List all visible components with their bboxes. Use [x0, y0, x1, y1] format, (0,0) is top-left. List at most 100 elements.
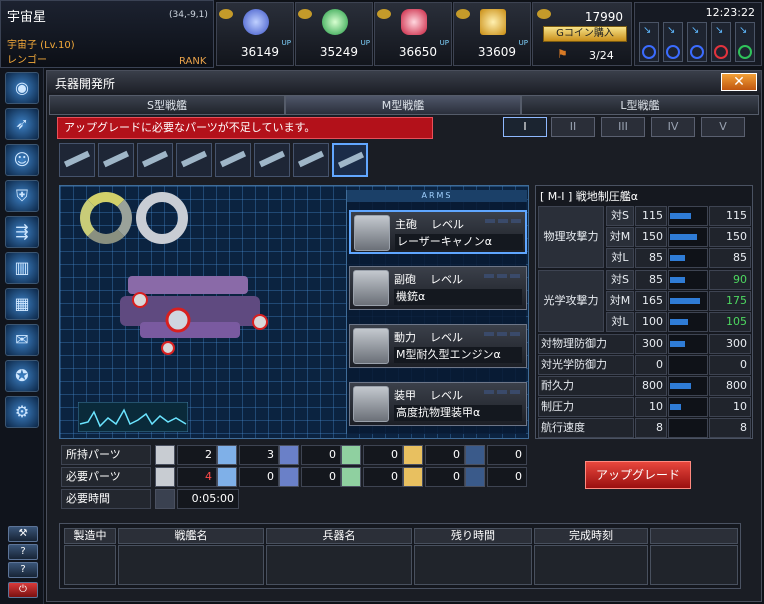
stat-next: 85: [709, 248, 751, 268]
planet-icon: ◉: [15, 78, 29, 97]
stat-next: 90: [709, 270, 751, 290]
power-button[interactable]: ⏻: [8, 582, 38, 598]
ship-icon: [141, 150, 169, 168]
green-orb-icon: [322, 9, 348, 35]
ring-icon: [714, 45, 728, 59]
tier-5-button[interactable]: V: [701, 117, 745, 137]
gold-bars-icon: [480, 9, 506, 35]
resource-value: 36149: [240, 45, 279, 59]
sidebar-planet-button[interactable]: ◉: [5, 72, 39, 104]
arrow-icon: ↘: [739, 25, 748, 36]
stat-label: 制圧力: [538, 397, 634, 417]
part-icon: [403, 467, 423, 487]
sidebar-shield-button[interactable]: ⛨: [5, 180, 39, 212]
arm-armor[interactable]: 装甲 レベル 高度抗物理装甲α: [349, 382, 527, 426]
stat-sub-label: 対L: [606, 312, 634, 332]
resource-2[interactable]: UP 35249: [295, 2, 373, 66]
ring-icon: [642, 45, 656, 59]
up-badge[interactable]: UP: [519, 39, 528, 47]
help-button-2[interactable]: ?: [8, 562, 38, 578]
sidebar-chart-button[interactable]: ▥: [5, 252, 39, 284]
col-ship-name: 戦艦名: [118, 528, 264, 544]
ship-icon: [63, 150, 91, 168]
table-cell: [266, 545, 412, 585]
col-weapon-name: 兵器名: [266, 528, 412, 544]
arm-value: 機銃α: [394, 289, 522, 305]
ship-select-3[interactable]: [137, 143, 173, 177]
rank-link[interactable]: RANK: [179, 56, 206, 67]
ship-select-6[interactable]: [254, 143, 290, 177]
tier-3-button[interactable]: III: [601, 117, 645, 137]
stat-current: 800: [635, 376, 667, 396]
resource-1[interactable]: UP 36149: [216, 2, 294, 66]
part-icon: [155, 445, 175, 465]
arrow-icon: ↘: [667, 25, 676, 36]
tier-4-button[interactable]: IV: [651, 117, 695, 137]
sidebar-panel-button[interactable]: ▦: [5, 288, 39, 320]
ship-icon: [219, 150, 247, 168]
sidebar-ship-button[interactable]: ➶: [5, 108, 39, 140]
arm-main-cannon[interactable]: 主砲 レベル レーザーキャノンα: [349, 210, 527, 254]
up-badge[interactable]: UP: [282, 39, 291, 47]
gcoin-panel: 17990 Gコイン購入 ⚑ 3/24: [532, 2, 632, 66]
ship-select-5[interactable]: [215, 143, 251, 177]
stat-next: 8: [709, 418, 751, 438]
table-cell: [118, 545, 264, 585]
fleet-slot-1[interactable]: ↘: [639, 22, 659, 62]
weapon-marker: [132, 292, 148, 308]
stat-sub-label: 対M: [606, 227, 634, 247]
stat-next: 10: [709, 397, 751, 417]
ring-icon: [738, 45, 752, 59]
owned-part-count: 0: [425, 445, 465, 465]
part-icon: [217, 445, 237, 465]
owned-part-count: 3: [239, 445, 279, 465]
owned-part-count: 2: [177, 445, 217, 465]
stat-current: 8: [635, 418, 667, 438]
up-badge[interactable]: UP: [440, 39, 449, 47]
ship-select-7[interactable]: [293, 143, 329, 177]
arm-engine[interactable]: 動力 レベル M型耐久型エンジンα: [349, 324, 527, 368]
upgrade-button[interactable]: アップグレード: [585, 461, 691, 489]
wrench-icon: ⚒: [18, 528, 28, 539]
ship-select-1[interactable]: [59, 143, 95, 177]
tab-s-type[interactable]: S型戦艦: [49, 95, 285, 115]
sidebar-gear-button[interactable]: ⚙: [5, 396, 39, 428]
ship-select-8[interactable]: [332, 143, 368, 177]
sidebar-fleet-button[interactable]: ⇶: [5, 216, 39, 248]
weapon-marker-main: [165, 307, 191, 333]
stat-bar-fill: [670, 213, 691, 219]
stat-next: 300: [709, 334, 751, 354]
ship-hull-bottom: [140, 322, 240, 338]
panel-title: 兵器開発所: [55, 77, 116, 91]
part-icon: [217, 467, 237, 487]
fleet-slot-5[interactable]: ↘: [735, 22, 755, 62]
resource-3[interactable]: UP 36650: [374, 2, 452, 66]
tier-2-button[interactable]: II: [551, 117, 595, 137]
resource-4[interactable]: UP 33609: [453, 2, 531, 66]
arm-slot-name: 主砲: [395, 218, 417, 231]
up-badge[interactable]: UP: [361, 39, 370, 47]
buy-gcoin-button[interactable]: Gコイン購入: [543, 26, 627, 42]
ship-select-2[interactable]: [98, 143, 134, 177]
owned-parts-label: 所持パーツ: [61, 445, 151, 465]
tab-l-type[interactable]: L型戦艦: [521, 95, 759, 115]
stat-bar-fill: [670, 277, 685, 283]
gauge-ring-1: [80, 192, 132, 244]
clock-icon: [155, 489, 175, 509]
sidebar-avatar-button[interactable]: ☺: [5, 144, 39, 176]
settings-button[interactable]: ⚒: [8, 526, 38, 542]
tier-1-button[interactable]: I: [503, 117, 547, 137]
arm-sub-cannon[interactable]: 副砲 レベル 機銃α: [349, 266, 527, 310]
close-button[interactable]: ✕: [721, 73, 757, 91]
sidebar-medal-button[interactable]: ✪: [5, 360, 39, 392]
armor-icon: [353, 386, 389, 422]
part-icon: [465, 467, 485, 487]
fleet-slot-4[interactable]: ↘: [711, 22, 731, 62]
fleet-slot-2[interactable]: ↘: [663, 22, 683, 62]
chart-icon: ▥: [14, 258, 30, 277]
fleet-slot-3[interactable]: ↘: [687, 22, 707, 62]
help-button-1[interactable]: ?: [8, 544, 38, 560]
sidebar-mail-button[interactable]: ✉: [5, 324, 39, 356]
tab-m-type[interactable]: M型戦艦: [285, 95, 521, 115]
ship-select-4[interactable]: [176, 143, 212, 177]
